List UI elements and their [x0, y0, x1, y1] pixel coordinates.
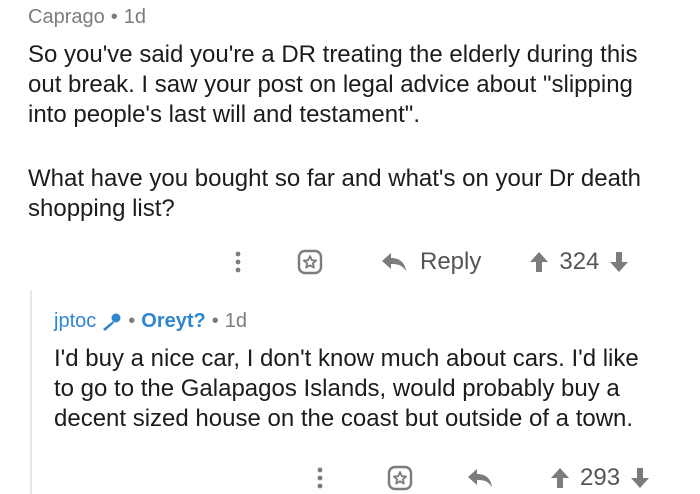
- separator-dot: •: [211, 310, 219, 332]
- comment-body: So you've said you're a DR treating the …: [28, 40, 688, 224]
- comment-line: What have you bought so far and what's o…: [28, 165, 641, 192]
- comment-line: into people's last will and testament".: [28, 101, 420, 128]
- reply-icon[interactable]: [466, 467, 494, 489]
- comment-line: shopping list?: [28, 195, 175, 222]
- comment-age: 1d: [224, 310, 247, 332]
- reply-icon: [380, 251, 408, 273]
- downvote-icon[interactable]: [609, 250, 629, 274]
- user-flair: Oreyt?: [141, 310, 206, 332]
- upvote-icon[interactable]: [529, 250, 549, 274]
- mic-icon: [100, 312, 122, 332]
- comment-line: decent sized house on the coast but outs…: [54, 405, 634, 432]
- comment-line: So you've said you're a DR treating the …: [28, 41, 638, 68]
- comment-actions: Reply 324: [226, 248, 629, 276]
- more-icon[interactable]: [226, 250, 250, 274]
- username[interactable]: jptoc: [54, 310, 96, 333]
- comment-line: I'd buy a nice car, I don't know much ab…: [54, 345, 639, 372]
- thread-line[interactable]: [30, 290, 32, 494]
- comment-meta: jptoc • Oreyt? • 1d: [54, 310, 247, 333]
- upvote-icon[interactable]: [550, 466, 570, 490]
- more-icon[interactable]: [310, 466, 330, 490]
- comment-meta: Caprago • 1d: [28, 6, 146, 29]
- comment-age: 1d: [123, 6, 146, 28]
- score: 324: [559, 248, 600, 275]
- separator-dot: •: [110, 6, 118, 28]
- comment-body: I'd buy a nice car, I don't know much ab…: [54, 344, 694, 434]
- score: 293: [580, 464, 621, 491]
- comment-line: [28, 130, 688, 164]
- award-icon[interactable]: [296, 248, 324, 276]
- reply-label: Reply: [420, 248, 482, 275]
- comment-line: to go to the Galapagos Islands, would pr…: [54, 375, 620, 402]
- separator-dot: •: [128, 310, 136, 332]
- comment-actions: 293: [310, 464, 650, 492]
- comment-line: out break. I saw your post on legal advi…: [28, 71, 633, 98]
- reply-button[interactable]: Reply: [380, 248, 481, 276]
- username[interactable]: Caprago: [28, 6, 105, 28]
- award-icon[interactable]: [386, 464, 414, 492]
- comment-caprago: Caprago • 1d So you've said you're a DR tr…: [28, 0, 700, 290]
- downvote-icon[interactable]: [630, 466, 650, 490]
